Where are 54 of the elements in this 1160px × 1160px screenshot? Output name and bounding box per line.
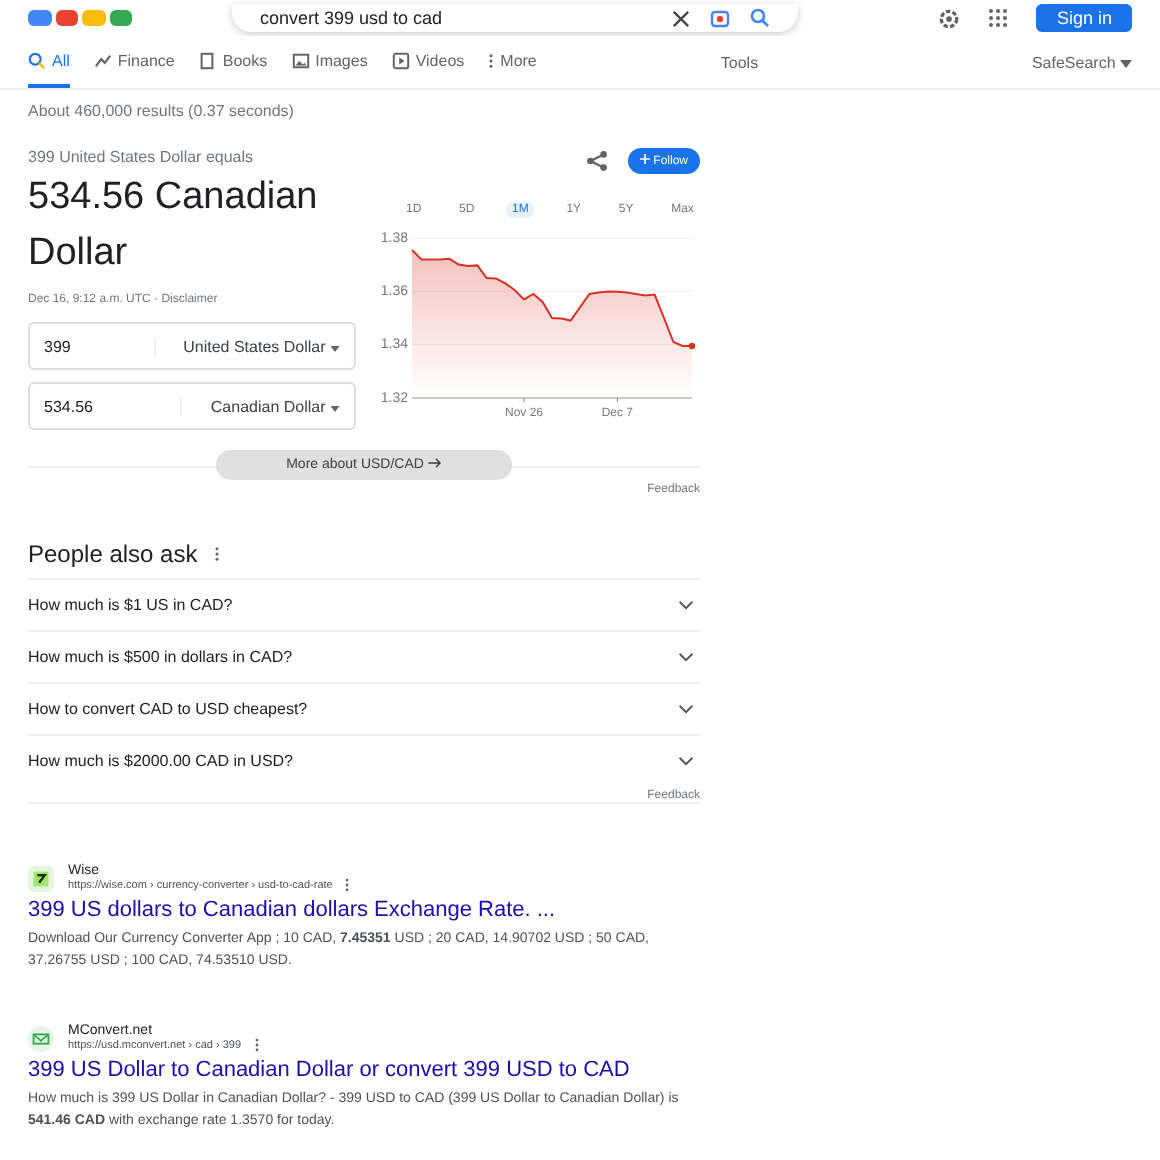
currency-field[interactable]: 534.56 Canadian Dollar [28,382,356,430]
current-point [688,342,696,350]
share-icon[interactable] [585,150,608,172]
amount-value[interactable]: 399 [44,337,71,355]
caret-icon [330,405,340,411]
search-icon [28,51,46,69]
search-tab[interactable]: Finance [93,36,175,88]
question-item[interactable]: How much is $1 US in CAD? [28,578,700,630]
caret-icon [1120,59,1132,67]
section-title: People also ask [28,540,198,568]
currency-select[interactable]: Canadian Dollar [180,397,340,415]
safesearch-menu[interactable]: SafeSearch [1031,53,1132,71]
question-item[interactable]: How much is $2000.00 CAD in USD? [28,734,700,786]
more-icon [488,51,495,69]
question-item[interactable]: How much is $500 in dollars in CAD? [28,630,700,682]
more-icon[interactable] [344,878,351,892]
doodle-logo[interactable] [28,10,132,26]
settings-icon[interactable] [938,7,961,29]
search-icon[interactable] [750,8,770,28]
sign-in-button[interactable]: Sign in [1036,4,1132,32]
site-favicon-icon [28,865,54,891]
question-item[interactable]: How to convert CAD to USD cheapest? [28,682,700,734]
conversion-result: 534.56 Canadian Dollar [28,174,320,278]
chevron-down-icon [678,756,694,766]
more-icon[interactable] [213,546,220,562]
chevron-down-icon [678,652,694,662]
currency-select[interactable]: United States Dollar [153,337,340,355]
book-icon [198,51,217,69]
equals-text: 399 United States Dollar equals [28,148,256,166]
search-tab[interactable]: Videos [391,36,465,88]
search-tab[interactable]: More [488,36,537,88]
envelope-icon [28,1025,54,1051]
play-icon [391,51,410,69]
tools-link[interactable]: Tools [720,53,759,71]
search-field[interactable]: convert 399 usd to cad [232,4,798,32]
chevron-down-icon [678,704,694,714]
amount-value[interactable]: 534.56 [44,397,93,415]
currency-field[interactable]: 399 United States Dollar [28,322,356,370]
arrow-right-icon [427,458,442,468]
result-title-link[interactable]: 399 US Dollar to Canadian Dollar or convert 399 USD to CAD [28,1058,700,1082]
search-tab[interactable]: All [28,36,70,88]
image-icon [291,51,310,69]
apps-grid-icon[interactable] [988,8,1009,28]
chevron-down-icon [678,600,694,610]
search-tab[interactable]: Images [291,36,368,88]
result-stats: About 460,000 results (0.37 seconds) [28,102,296,120]
chart-icon [93,51,112,69]
result-title-link[interactable]: 399 US dollars to Canadian dollars Exchange Rate. ... [28,898,700,922]
camera-icon[interactable] [710,8,730,28]
plus-icon [639,154,650,164]
more-icon[interactable] [253,1038,260,1052]
caret-icon [330,345,340,351]
close-icon[interactable] [672,9,690,27]
search-tab[interactable]: Books [198,36,268,88]
